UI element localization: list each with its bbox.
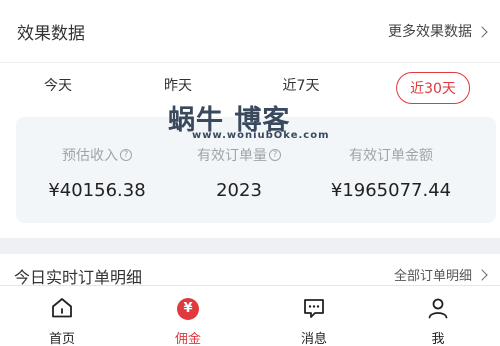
nav-label-commission: 佣金 (174, 332, 201, 346)
nav-label-messages: 消息 (300, 332, 327, 346)
tab-last-7-days[interactable]: 近7天 (283, 75, 320, 95)
help-icon[interactable]: ? (269, 149, 281, 161)
divider (0, 62, 500, 63)
chevron-right-icon (476, 269, 488, 281)
metric-value-estimated-income: ¥40156.38 (48, 180, 146, 201)
user-icon (428, 298, 448, 319)
chevron-right-icon (476, 25, 488, 38)
nav-item-me[interactable]: 我 (398, 286, 478, 346)
all-orders-link[interactable]: 全部订单明细 (393, 265, 488, 284)
metric-value-valid-order-amount: ¥1965077.44 (330, 180, 452, 201)
nav-item-home[interactable]: 首页 (22, 286, 102, 346)
home-icon (52, 298, 72, 318)
tab-today[interactable]: 今天 (44, 75, 72, 95)
nav-item-commission[interactable]: ¥ 佣金 (148, 286, 228, 346)
all-orders-label: 全部订单明细 (393, 269, 472, 284)
realtime-orders-header: 今日实时订单明细 全部订单明细 (0, 254, 500, 288)
watermark: 蜗牛 博客 www.woniubOke.com (168, 98, 333, 142)
metric-label-estimated-income: 预估收入 ? (62, 145, 132, 165)
more-effect-data-label: 更多效果数据 (388, 24, 472, 40)
help-icon[interactable]: ? (120, 149, 132, 161)
metric-label-valid-order-amount: 有效订单金额 (349, 148, 433, 164)
page-title: 效果数据 (17, 24, 85, 44)
watermark-url-text: www.woniubOke.com (192, 130, 330, 141)
metric-value-valid-orders: 2023 (216, 180, 262, 201)
yen-icon: ¥ (177, 298, 199, 320)
nav-label-me: 我 (431, 332, 445, 346)
tab-last-30-days[interactable]: 近30天 (396, 72, 470, 104)
nav-item-messages[interactable]: 消息 (274, 286, 354, 346)
tab-yesterday[interactable]: 昨天 (164, 75, 192, 95)
nav-label-home: 首页 (48, 332, 75, 346)
metric-label-valid-orders: 有效订单量 ? (197, 145, 281, 165)
effect-data-header: 效果数据 更多效果数据 (0, 0, 500, 62)
bottom-nav: 首页 ¥ 佣金 消息 我 (0, 285, 500, 346)
message-icon (304, 299, 324, 318)
more-effect-data-link[interactable]: 更多效果数据 (388, 21, 488, 41)
